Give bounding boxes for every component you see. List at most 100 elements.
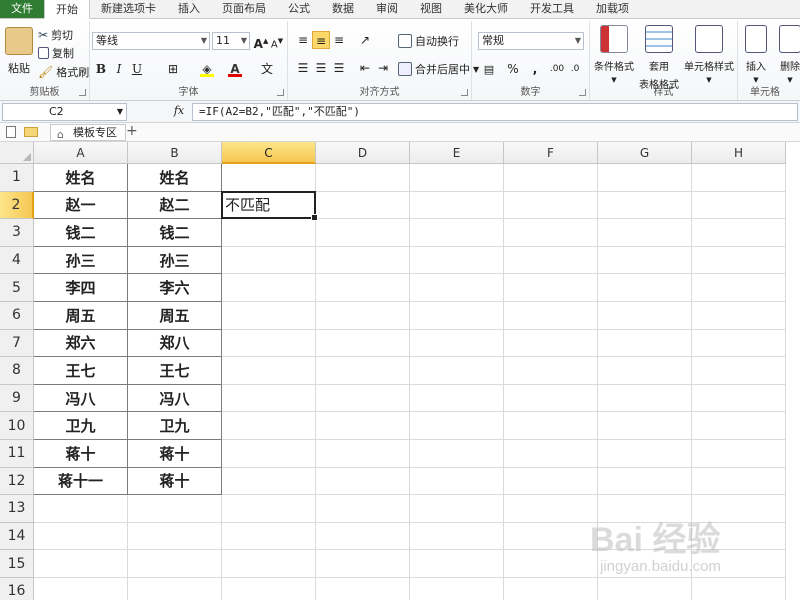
cell-C15[interactable] [222,550,316,578]
cell-F7[interactable] [504,329,598,358]
cell-styles-button[interactable]: 单元格样式 ▼ [684,25,734,84]
cell-E2[interactable] [410,191,504,220]
cell-D9[interactable] [316,384,410,413]
row-header-13[interactable]: 13 [0,495,34,523]
cell-A15[interactable] [34,550,128,578]
borders-button[interactable]: ⊞ [164,60,182,78]
decrease-decimal-button[interactable]: .0 [566,60,584,78]
cell-G7[interactable] [598,329,692,358]
cell-H14[interactable] [692,522,786,551]
cell-B5[interactable]: 李六 [128,274,222,302]
cell-C7[interactable] [222,329,316,358]
ribbon-tab-11[interactable]: 加载项 [585,0,640,18]
cell-C10[interactable] [222,412,316,440]
cell-A2[interactable]: 赵一 [34,191,128,220]
cell-G9[interactable] [598,384,692,413]
bold-button[interactable]: B [92,60,110,78]
currency-button[interactable]: ▤ [480,60,498,78]
cell-E4[interactable] [410,246,504,275]
cell-B9[interactable]: 冯八 [128,384,222,413]
cell-D3[interactable] [316,219,410,247]
increase-decimal-button[interactable]: .00 [548,60,566,78]
italic-button[interactable]: I [110,60,128,78]
cell-B6[interactable]: 周五 [128,302,222,330]
cell-C11[interactable] [222,440,316,468]
ribbon-tab-1[interactable]: 开始 [44,0,90,19]
cell-G11[interactable] [598,440,692,468]
cell-A13[interactable] [34,495,128,523]
cell-D16[interactable] [316,578,410,600]
column-header-G[interactable]: G [598,142,692,164]
cell-A9[interactable]: 冯八 [34,384,128,413]
cell-H6[interactable] [692,302,786,330]
cell-H5[interactable] [692,274,786,302]
cell-D1[interactable] [316,164,410,192]
ribbon-tab-4[interactable]: 页面布局 [211,0,277,18]
cell-E9[interactable] [410,384,504,413]
align-bottom-button[interactable]: ≡ [330,31,348,49]
cell-B10[interactable]: 卫九 [128,412,222,440]
cell-D6[interactable] [316,302,410,330]
cell-E7[interactable] [410,329,504,358]
cell-G5[interactable] [598,274,692,302]
row-header-15[interactable]: 15 [0,550,34,578]
cell-D13[interactable] [316,495,410,523]
cell-G2[interactable] [598,191,692,220]
row-header-5[interactable]: 5 [0,274,34,302]
delete-cells-button[interactable]: 删除 ▼ [776,25,800,84]
row-header-3[interactable]: 3 [0,219,34,247]
cell-F9[interactable] [504,384,598,413]
increase-indent-button[interactable]: ⇥ [374,59,392,77]
row-header-9[interactable]: 9 [0,384,34,413]
cell-D11[interactable] [316,440,410,468]
ribbon-tab-10[interactable]: 开发工具 [519,0,585,18]
row-header-2[interactable]: 2 [0,191,34,220]
ribbon-tab-9[interactable]: 美化大师 [453,0,519,18]
cell-C1[interactable] [222,164,316,192]
percent-button[interactable]: % [504,60,522,78]
cell-A4[interactable]: 孙三 [34,246,128,275]
copy-button[interactable]: 复制 [38,45,74,61]
wrap-text-button[interactable]: 自动换行 [398,33,459,49]
comma-button[interactable]: , [526,60,544,78]
cell-B15[interactable] [128,550,222,578]
conditional-format-button[interactable]: 条件格式 ▼ [592,25,636,84]
cell-F14[interactable] [504,522,598,551]
cell-A14[interactable] [34,522,128,551]
ribbon-tab-0[interactable]: 文件 [0,0,44,18]
phonetic-button[interactable]: 文 [258,60,276,78]
cell-A7[interactable]: 郑六 [34,329,128,358]
cell-G6[interactable] [598,302,692,330]
cell-H10[interactable] [692,412,786,440]
formula-input[interactable]: =IF(A2=B2,"匹配","不匹配") [192,103,798,121]
cell-C12[interactable] [222,467,316,496]
cell-H4[interactable] [692,246,786,275]
cell-D5[interactable] [316,274,410,302]
cell-C13[interactable] [222,495,316,523]
align-left-button[interactable]: ☰ [294,59,312,77]
shrink-font-button[interactable]: A▼ [268,32,286,50]
cell-G13[interactable] [598,495,692,523]
cell-B16[interactable] [128,578,222,600]
cell-H15[interactable] [692,550,786,578]
cell-F8[interactable] [504,357,598,385]
cell-F15[interactable] [504,550,598,578]
font-name-select[interactable]: 等线 ▼ [92,32,210,50]
cell-A5[interactable]: 李四 [34,274,128,302]
clipboard-launcher-icon[interactable] [79,89,86,96]
cell-B4[interactable]: 孙三 [128,246,222,275]
cell-D15[interactable] [316,550,410,578]
cell-F12[interactable] [504,467,598,496]
underline-button[interactable]: U [128,60,146,78]
cell-G14[interactable] [598,522,692,551]
cell-H8[interactable] [692,357,786,385]
cell-H1[interactable] [692,164,786,192]
ribbon-tab-7[interactable]: 审阅 [365,0,409,18]
cell-G12[interactable] [598,467,692,496]
alignment-launcher-icon[interactable] [461,89,468,96]
cell-E13[interactable] [410,495,504,523]
column-header-C[interactable]: C [222,142,316,164]
align-middle-button[interactable]: ≡ [312,31,330,49]
cell-G4[interactable] [598,246,692,275]
format-painter-button[interactable]: 🖌 格式刷 [38,64,89,80]
